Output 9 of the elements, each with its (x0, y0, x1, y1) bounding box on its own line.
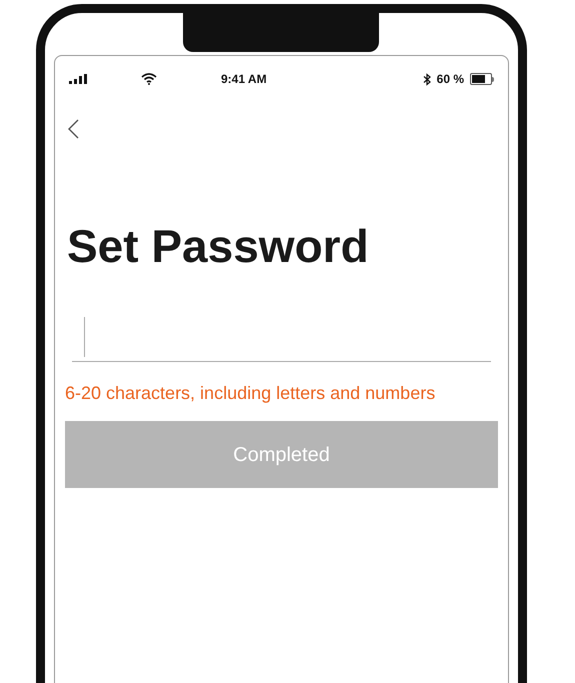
battery-icon (470, 73, 494, 85)
battery-percent: 60 % (436, 71, 464, 88)
status-time: 9:41 AM (221, 71, 267, 88)
wifi-icon (141, 73, 157, 85)
signal-icon (69, 74, 89, 84)
back-chevron-icon[interactable] (67, 119, 79, 139)
password-hint: 6-20 characters, including letters and numbers (65, 382, 436, 405)
page-title: Set Password (67, 223, 370, 269)
bluetooth-icon (422, 72, 431, 86)
